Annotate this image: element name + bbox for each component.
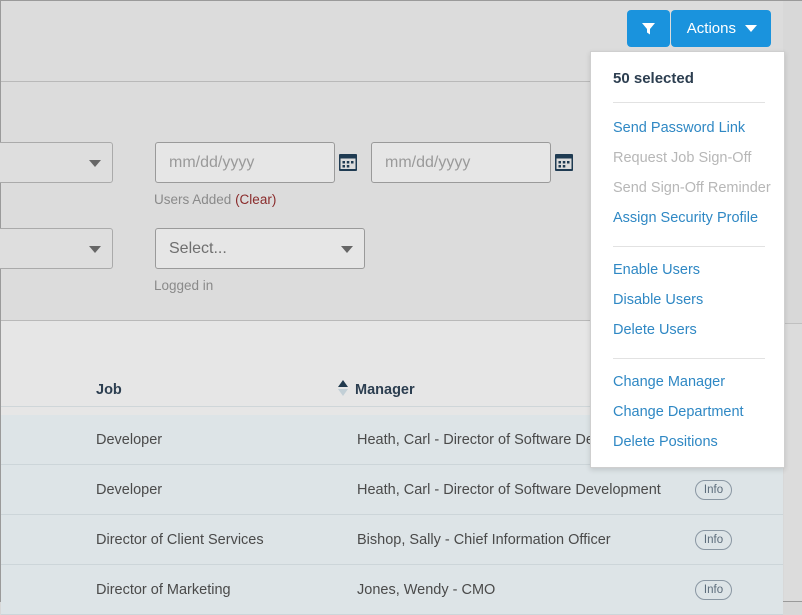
users-added-to-input[interactable]: mm/dd/yyyy: [371, 142, 551, 183]
logged-in-label: Logged in: [154, 278, 214, 293]
menu-item-delete-users[interactable]: Delete Users: [613, 322, 697, 338]
page-gutter-bottom: [784, 324, 802, 601]
menu-item-change-department[interactable]: Change Department: [613, 404, 744, 420]
menu-item-send-sign-off-reminder: Send Sign-Off Reminder: [613, 180, 771, 196]
logged-in-select-value: Select...: [169, 239, 227, 257]
clear-link[interactable]: (Clear): [235, 192, 276, 207]
filter-select-left-bottom[interactable]: [0, 228, 113, 269]
logged-in-select[interactable]: Select...: [155, 228, 365, 269]
cell-job: Developer: [96, 481, 163, 498]
page-gutter-top: [784, 1, 802, 324]
calendar-icon[interactable]: [555, 153, 573, 171]
chevron-down-icon: [89, 245, 101, 253]
menu-item-enable-users[interactable]: Enable Users: [613, 262, 700, 278]
menu-item-disable-users[interactable]: Disable Users: [613, 292, 703, 308]
actions-dropdown-menu: 50 selected Send Password Link Request J…: [590, 51, 785, 468]
menu-item-request-job-sign-off: Request Job Sign-Off: [613, 150, 752, 166]
cell-manager: Heath, Carl - Director of Software Devel…: [357, 481, 661, 498]
cell-job: Developer: [96, 431, 163, 448]
info-button[interactable]: Info: [695, 479, 732, 500]
users-added-label: Users Added (Clear): [154, 192, 277, 207]
cell-manager: Bishop, Sally - Chief Information Office…: [357, 531, 611, 548]
menu-item-delete-positions[interactable]: Delete Positions: [613, 434, 718, 450]
filter-select-left-top[interactable]: [0, 142, 113, 183]
cell-job: Director of Marketing: [96, 581, 231, 598]
menu-divider: [613, 246, 765, 247]
app-window: Actions Users Added (Clear) mm/dd/yyyy m…: [0, 0, 802, 615]
filter-button[interactable]: [627, 10, 670, 47]
info-button[interactable]: Info: [695, 579, 732, 600]
info-button[interactable]: Info: [695, 529, 732, 550]
column-header-manager[interactable]: Manager: [355, 382, 415, 398]
table-row[interactable]: Director of Client Services Bishop, Sall…: [1, 515, 783, 565]
users-added-to-placeholder: mm/dd/yyyy: [385, 153, 471, 171]
selection-count-label: 50 selected: [613, 70, 694, 87]
menu-divider: [613, 358, 765, 359]
cell-manager: Jones, Wendy - CMO: [357, 581, 496, 598]
menu-divider: [613, 102, 765, 103]
filter-funnel-icon: [642, 23, 655, 35]
menu-item-send-password-link[interactable]: Send Password Link: [613, 120, 745, 136]
column-header-job[interactable]: Job: [96, 382, 122, 398]
cell-job: Director of Client Services: [96, 531, 264, 548]
table-row[interactable]: Director of Marketing Jones, Wendy - CMO…: [1, 565, 783, 615]
users-added-from-input[interactable]: mm/dd/yyyy: [155, 142, 335, 183]
calendar-icon[interactable]: [339, 153, 357, 171]
chevron-down-icon: [745, 25, 757, 32]
chevron-down-icon: [89, 159, 101, 167]
actions-button[interactable]: Actions: [670, 10, 771, 47]
menu-item-assign-security-profile[interactable]: Assign Security Profile: [613, 210, 758, 226]
menu-item-change-manager[interactable]: Change Manager: [613, 374, 725, 390]
actions-button-label: Actions: [686, 20, 736, 37]
sort-ascending-icon[interactable]: [338, 380, 349, 396]
chevron-down-icon: [341, 245, 353, 253]
table-row[interactable]: Developer Heath, Carl - Director of Soft…: [1, 465, 783, 515]
users-added-from-placeholder: mm/dd/yyyy: [169, 153, 255, 171]
